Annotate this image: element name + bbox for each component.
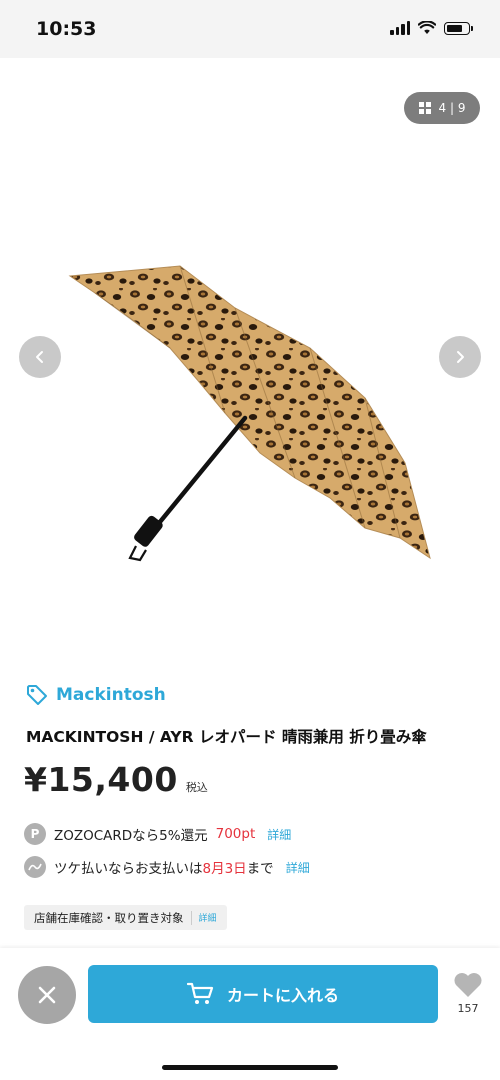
image-counter: 4 | 9 xyxy=(438,101,466,115)
bottom-action-bar: カートに入れる 157 xyxy=(0,948,500,1080)
cellular-signal-icon xyxy=(390,21,410,35)
favorite-button[interactable]: 157 xyxy=(448,972,488,1015)
zozocard-row: P ZOZOCARDなら5%還元 700pt 詳細 xyxy=(24,823,291,845)
tag-icon xyxy=(27,685,47,705)
points-icon: P xyxy=(24,823,46,845)
store-stock-detail-link[interactable]: 詳細 xyxy=(199,911,217,924)
brand-link[interactable]: Mackintosh xyxy=(26,684,166,706)
close-button[interactable] xyxy=(18,966,76,1024)
tsuke-row: ツケ払いならお支払いは8月3日まで 詳細 xyxy=(24,856,310,878)
tsuke-date: 8月3日 xyxy=(202,861,247,877)
product-image xyxy=(68,265,431,562)
status-bar: 10:53 xyxy=(0,0,500,58)
add-to-cart-button[interactable]: カートに入れる xyxy=(88,965,438,1023)
cart-icon xyxy=(186,982,214,1004)
home-indicator xyxy=(162,1065,338,1070)
status-time: 10:53 xyxy=(36,18,97,40)
chevron-right-icon xyxy=(457,351,464,363)
store-stock-label: 店舗在庫確認・取り置き対象 xyxy=(34,910,184,925)
tax-label: 税込 xyxy=(185,781,208,794)
favorite-count: 157 xyxy=(457,1002,479,1015)
price: ¥15,400 xyxy=(24,760,178,799)
product-title: MACKINTOSH / AYR レオパード 晴雨兼用 折り畳み傘 xyxy=(26,728,427,746)
product-image-gallery[interactable]: 4 | 9 xyxy=(0,58,500,666)
brand-name: Mackintosh xyxy=(56,685,166,705)
tsuke-icon xyxy=(24,856,46,878)
store-stock-chip[interactable]: 店舗在庫確認・取り置き対象 詳細 xyxy=(24,905,227,930)
zozocard-points: 700pt xyxy=(215,826,256,842)
tsuke-text-suffix: まで xyxy=(246,861,274,877)
heart-icon xyxy=(454,973,482,997)
image-counter-button[interactable]: 4 | 9 xyxy=(404,92,480,124)
zozocard-detail-link[interactable]: 詳細 xyxy=(267,826,291,843)
zozocard-text: ZOZOCARDなら5%還元 xyxy=(54,828,208,844)
add-to-cart-label: カートに入れる xyxy=(226,986,339,1005)
battery-icon xyxy=(444,21,473,35)
chevron-left-icon xyxy=(36,351,43,363)
grid-icon xyxy=(418,102,431,114)
next-image-button[interactable] xyxy=(439,336,481,378)
tsuke-text-prefix: ツケ払いならお支払いは xyxy=(54,861,203,877)
wifi-icon xyxy=(418,21,436,34)
price-row: ¥15,400 税込 xyxy=(24,760,208,799)
close-icon xyxy=(38,986,56,1004)
tsuke-detail-link[interactable]: 詳細 xyxy=(286,859,310,876)
divider xyxy=(190,910,192,925)
prev-image-button[interactable] xyxy=(19,336,61,378)
status-icons xyxy=(390,21,473,35)
